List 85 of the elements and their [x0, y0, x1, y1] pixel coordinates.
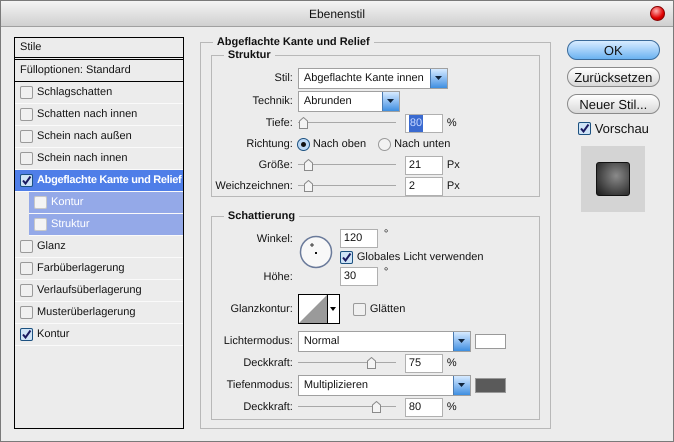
group-title: Schattierung: [224, 209, 300, 223]
dialog-button[interactable]: OK: [566, 40, 660, 60]
checkbox[interactable]: [20, 152, 33, 165]
field-label: Stil:: [274, 70, 293, 86]
group-title: Abgeflachte Kante und Relief: [212, 35, 374, 49]
unit-label: °: [384, 267, 388, 278]
field-label: Glanzkontur:: [229, 302, 293, 317]
unit-label: %: [446, 356, 457, 371]
radio-option[interactable]: Nach oben: [296, 136, 366, 152]
slider[interactable]: [298, 117, 396, 130]
checked-checkbox[interactable]: [20, 174, 33, 187]
style-list-item[interactable]: Abgeflachte Kante und Relief: [15, 170, 183, 192]
style-preview-square: [596, 162, 630, 196]
slider[interactable]: [298, 159, 396, 171]
checked-checkbox[interactable]: [578, 122, 591, 136]
unit-label: %: [446, 116, 457, 132]
window-title: Ebenenstil: [308, 6, 366, 22]
style-list-item[interactable]: Kontur: [15, 324, 183, 346]
number-field[interactable]: 120: [340, 229, 378, 248]
style-list-item[interactable]: Verlaufsüberlagerung: [15, 280, 183, 302]
checked-checkbox[interactable]: [20, 328, 33, 341]
slider-thumb[interactable]: [304, 159, 313, 171]
unit-label: Px: [446, 158, 460, 173]
checkbox[interactable]: [20, 130, 33, 143]
field-label: Lichtermodus:: [222, 334, 293, 349]
dialog-button[interactable]: Neuer Stil...: [566, 94, 660, 114]
close-button[interactable]: [650, 6, 665, 21]
angle-dial[interactable]: [298, 235, 333, 269]
slider[interactable]: [298, 357, 396, 369]
checkbox[interactable]: [352, 302, 366, 316]
dropdown[interactable]: Abgeflachte Kante innen: [298, 68, 448, 89]
field-label: Größe:: [258, 158, 293, 173]
slider-thumb[interactable]: [304, 180, 313, 192]
dropdown[interactable]: Abrunden: [298, 90, 400, 112]
checkbox-label: Globales Licht verwenden: [356, 250, 484, 266]
style-list-item[interactable]: Schlagschatten: [15, 82, 183, 104]
checkbox[interactable]: [20, 86, 33, 99]
checked-checkbox[interactable]: [340, 251, 353, 264]
number-field[interactable]: 30: [340, 267, 378, 286]
field-label: Deckkraft:: [242, 400, 293, 415]
style-list-item[interactable]: Glanz: [15, 236, 183, 258]
checkbox[interactable]: [34, 196, 47, 209]
field-label: Weichzeichnen:: [214, 178, 293, 194]
checkbox[interactable]: [20, 262, 33, 275]
slider-thumb[interactable]: [372, 401, 382, 413]
checkbox[interactable]: [20, 306, 33, 319]
dropdown-arrow-icon[interactable]: [326, 295, 339, 323]
number-field[interactable]: 21: [404, 156, 443, 174]
list-header: Stile: [15, 38, 183, 60]
dropdown[interactable]: Multiplizieren: [298, 374, 471, 396]
field-label: Höhe:: [264, 270, 293, 284]
checkbox-label: Vorschau: [594, 120, 649, 138]
slider-thumb[interactable]: [298, 117, 308, 130]
dialog-button[interactable]: Zurücksetzen: [566, 67, 660, 87]
number-field[interactable]: 80: [404, 398, 443, 416]
dropdown[interactable]: Normal: [298, 330, 471, 352]
field-label: Tiefenmodus:: [226, 378, 293, 393]
style-list-item[interactable]: Schein nach außen: [15, 126, 183, 148]
field-label: Tiefe:: [264, 116, 293, 132]
radio-option[interactable]: Nach unten: [378, 136, 450, 152]
color-swatch[interactable]: [474, 334, 506, 348]
slider[interactable]: [298, 401, 396, 413]
field-label: Deckkraft:: [242, 356, 293, 371]
checkbox[interactable]: [34, 218, 47, 231]
style-list-item[interactable]: Farbüberlagerung: [15, 258, 183, 280]
gloss-contour-picker[interactable]: [298, 294, 340, 324]
checkbox[interactable]: [20, 284, 33, 297]
checkbox-label: Glätten: [370, 302, 406, 317]
number-field[interactable]: 80: [404, 114, 443, 133]
style-list-item[interactable]: Schatten nach innen: [15, 104, 183, 126]
number-field[interactable]: 75: [404, 354, 443, 372]
field-label: Richtung:: [245, 136, 293, 152]
unit-label: %: [446, 400, 457, 415]
unit-label: °: [384, 229, 388, 240]
slider-thumb[interactable]: [367, 357, 376, 369]
color-swatch[interactable]: [474, 378, 506, 392]
checkbox[interactable]: [20, 108, 33, 121]
field-label: Winkel:: [256, 232, 293, 247]
style-list-item[interactable]: Musterüberlagerung: [15, 302, 183, 324]
blending-options-item[interactable]: Fülloptionen: Standard: [15, 60, 183, 82]
field-label: Technik:: [252, 94, 293, 110]
checkbox[interactable]: [20, 240, 33, 253]
number-field[interactable]: 2: [404, 176, 443, 196]
unit-label: Px: [446, 178, 460, 194]
slider[interactable]: [298, 180, 396, 192]
